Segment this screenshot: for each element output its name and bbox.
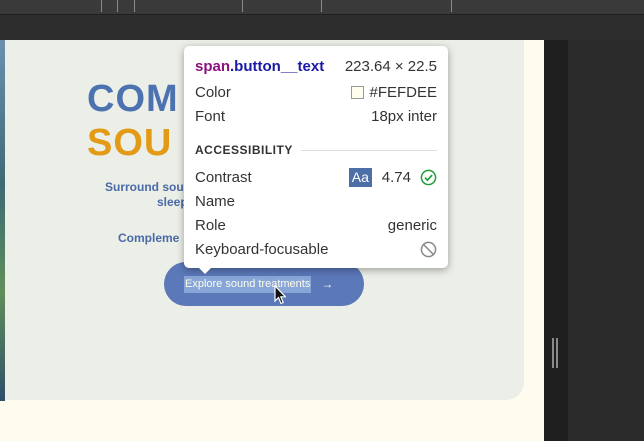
color-swatch	[351, 85, 365, 99]
arrow-right-icon: →	[321, 277, 334, 291]
contrast-value: 4.74	[381, 168, 411, 186]
name-row: Name	[195, 191, 437, 211]
headline-line-2: SOU	[87, 122, 173, 164]
contrast-row: Contrast Aa 4.74	[195, 167, 437, 187]
element-selector: span.button__text	[195, 57, 325, 75]
mouse-cursor-icon	[274, 285, 286, 305]
keyboard-focusable-label: Keyboard-focusable	[195, 240, 329, 258]
check-circle-icon	[420, 169, 437, 185]
contrast-label: Contrast	[195, 168, 252, 186]
explore-sound-treatments-button[interactable]: Explore sound treatments →	[164, 262, 364, 306]
color-row: Color #FEFDEE	[195, 82, 437, 102]
ruler-tick	[451, 0, 452, 12]
color-label: Color	[195, 83, 231, 101]
ruler-tick	[117, 0, 118, 12]
resize-handle[interactable]	[552, 338, 558, 368]
ruler-tick	[242, 0, 243, 12]
role-row: Role generic	[195, 215, 437, 235]
ruler-strip	[0, 0, 644, 15]
role-label: Role	[195, 216, 226, 234]
accessibility-section: ACCESSIBILITY	[195, 142, 437, 158]
accessibility-heading: ACCESSIBILITY	[195, 143, 293, 157]
viewport-scrollbar[interactable]	[544, 40, 568, 441]
name-label: Name	[195, 192, 236, 210]
tooltip-pointer	[198, 267, 212, 274]
not-allowed-icon	[420, 241, 437, 257]
element-header: span.button__text 223.64 × 22.5	[195, 56, 437, 76]
headline-line-1: COM	[87, 78, 179, 120]
devtools-side-panel	[568, 40, 644, 441]
toolbar-band	[0, 15, 644, 40]
font-value: 18px inter	[371, 107, 437, 125]
font-label: Font	[195, 107, 226, 125]
role-value: generic	[387, 216, 437, 234]
contrast-badge: Aa	[348, 167, 372, 187]
keyboard-row: Keyboard-focusable	[195, 239, 437, 259]
subtext-line-3: Compleme	[118, 231, 180, 245]
font-row: Font 18px inter	[195, 106, 437, 126]
button-text[interactable]: Explore sound treatments	[184, 275, 312, 293]
ruler-tick	[321, 0, 322, 12]
ruler-tick	[101, 0, 102, 12]
subtext-line-1: Surround sou	[105, 180, 184, 194]
inspect-tooltip: span.button__text 223.64 × 22.5 Color #F…	[184, 46, 448, 268]
element-dimensions: 223.64 × 22.5	[344, 57, 437, 75]
color-value: #FEFDEE	[369, 83, 437, 101]
ruler-tick	[134, 0, 135, 12]
